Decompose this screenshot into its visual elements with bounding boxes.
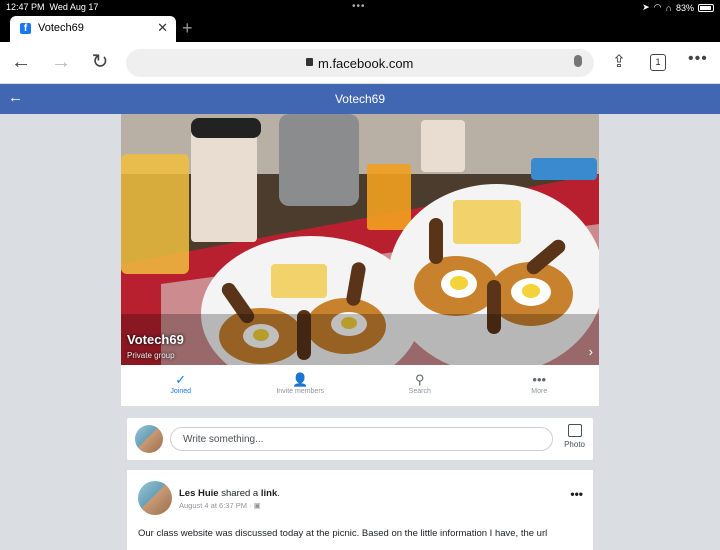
checkmark-icon: ✓ xyxy=(175,372,187,387)
more-options-icon[interactable]: ••• xyxy=(688,50,708,68)
chevron-right-icon[interactable]: › xyxy=(589,344,593,359)
post-composer: Write something... Photo xyxy=(127,418,593,460)
browser-tab[interactable]: f Votech69 ✕ xyxy=(10,16,176,42)
post-options-icon[interactable]: ••• xyxy=(570,487,583,501)
header-title: Votech69 xyxy=(334,92,386,106)
avatar[interactable] xyxy=(135,425,163,453)
new-tab-icon[interactable]: + xyxy=(182,18,193,39)
address-bar[interactable]: m.facebook.com xyxy=(126,49,594,77)
group-audience-icon: ▣ xyxy=(253,501,261,510)
action-text: shared a xyxy=(218,488,261,499)
forward-arrow-icon[interactable]: → xyxy=(48,50,74,76)
back-arrow-icon[interactable]: ← xyxy=(8,50,34,76)
url-text: m.facebook.com xyxy=(318,56,414,71)
facebook-header: ← Votech69 xyxy=(0,84,720,114)
headphones-icon: ∩ xyxy=(665,2,672,13)
tab-title: Votech69 xyxy=(38,22,84,34)
battery-percent: 83% xyxy=(675,2,694,13)
shared-object-link[interactable]: link xyxy=(261,488,277,499)
wifi-icon: ◠ xyxy=(653,2,662,12)
photo-button[interactable]: Photo xyxy=(564,424,585,449)
location-icon: ➤ xyxy=(642,2,650,12)
group-action-bar: ✓ Joined 👤 Invite members ⚲ Search ••• M… xyxy=(121,365,599,406)
photo-label: Photo xyxy=(564,440,585,449)
status-indicators: ➤ ◠ ∩ 83% xyxy=(642,2,714,13)
add-person-icon: 👤 xyxy=(292,372,309,387)
more-dots-icon: ••• xyxy=(532,372,547,387)
joined-label: Joined xyxy=(170,388,192,395)
post-body: Our class website was discussed today at… xyxy=(138,528,548,539)
post-author-line: Les Huie shared a link. xyxy=(179,488,280,499)
search-label: Search xyxy=(408,388,431,395)
feed-post: Les Huie shared a link. August 4 at 6:37… xyxy=(127,470,593,550)
browser-toolbar: ← → ↻ m.facebook.com ⇪ 1 ••• xyxy=(0,42,720,84)
tab-strip: f Votech69 ✕ + xyxy=(0,14,720,42)
more-label: More xyxy=(531,388,548,395)
invite-members-button[interactable]: 👤 Invite members xyxy=(241,365,361,406)
invite-members-label: Invite members xyxy=(276,388,325,395)
group-cover-photo[interactable]: Votech69 Private group › xyxy=(121,114,599,365)
write-something-input[interactable]: Write something... xyxy=(170,427,553,451)
close-tab-icon[interactable]: ✕ xyxy=(157,20,168,36)
status-time-date: 12:47 PM Wed Aug 17 xyxy=(6,2,99,12)
reload-icon[interactable]: ↻ xyxy=(87,50,113,76)
lock-icon xyxy=(306,58,313,66)
battery-icon xyxy=(698,3,714,12)
search-button[interactable]: ⚲ Search xyxy=(360,365,480,406)
group-privacy: Private group xyxy=(127,351,175,360)
photo-icon xyxy=(567,424,582,437)
more-button[interactable]: ••• More xyxy=(480,365,600,406)
facebook-favicon-icon: f xyxy=(20,23,31,34)
tab-count-button[interactable]: 1 xyxy=(650,54,666,71)
post-meta: August 4 at 6:37 PM · ▣ xyxy=(179,501,261,510)
group-name[interactable]: Votech69 xyxy=(127,332,184,347)
microphone-icon[interactable] xyxy=(574,55,582,67)
post-timestamp[interactable]: August 4 at 6:37 PM · xyxy=(179,501,254,510)
multitasking-dots-icon[interactable]: ••• xyxy=(352,1,366,12)
cover-photo-image xyxy=(121,114,599,365)
search-icon: ⚲ xyxy=(414,372,425,387)
joined-button[interactable]: ✓ Joined xyxy=(121,365,241,406)
status-bar: 12:47 PM Wed Aug 17 ••• ➤ ◠ ∩ 83% xyxy=(0,0,720,14)
author-name[interactable]: Les Huie xyxy=(179,488,219,499)
share-icon[interactable]: ⇪ xyxy=(606,50,632,76)
author-avatar[interactable] xyxy=(138,481,172,515)
